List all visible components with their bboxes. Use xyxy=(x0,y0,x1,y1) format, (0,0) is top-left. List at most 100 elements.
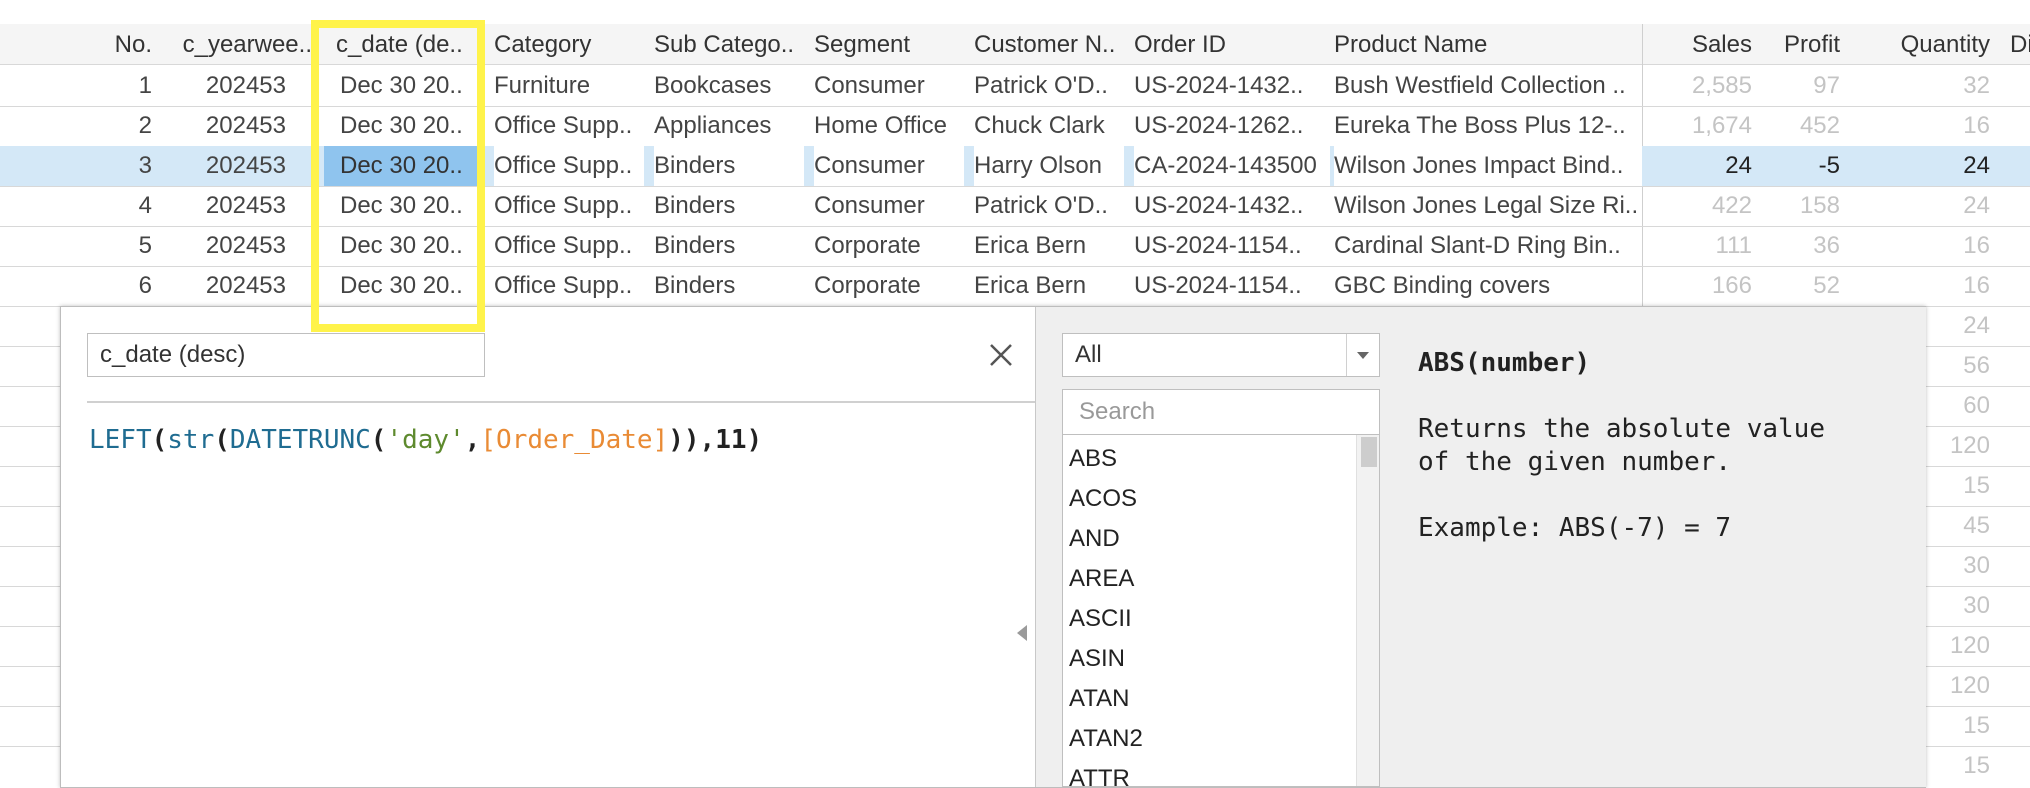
formula-paren: ( xyxy=(214,425,230,455)
function-list-item[interactable]: ATAN xyxy=(1069,679,1129,719)
cell-product: Eureka The Boss Plus 12-.. xyxy=(1334,112,1626,139)
dropdown-value: All xyxy=(1075,341,1102,368)
formula-field: [Order_Date] xyxy=(480,425,669,455)
cell-category: Office Supp.. xyxy=(494,192,633,219)
cell-profit: 52 xyxy=(1813,272,1840,299)
formula-paren: ( xyxy=(370,425,387,455)
cell-no: 3 xyxy=(138,152,152,179)
help-signature: ABS(number) xyxy=(1418,348,1591,378)
cell-customer: Chuck Clark xyxy=(974,112,1105,139)
cell-order-id: US-2024-1154.. xyxy=(1134,232,1302,259)
cell-date-selected[interactable]: Dec 30 20.. xyxy=(324,146,480,186)
cell-no: 5 xyxy=(138,232,152,259)
cell-subcategory: Appliances xyxy=(654,112,772,139)
table-row[interactable]: 1 202453 Dec 30 20.. Furniture Bookcases… xyxy=(0,66,2030,106)
cell-yearweek: 202453 xyxy=(205,112,286,139)
header-profit[interactable]: Profit xyxy=(1760,24,1840,64)
function-list-item[interactable]: ASCII xyxy=(1069,599,1132,639)
collapse-panel-icon[interactable] xyxy=(1014,621,1030,645)
function-list-item[interactable]: ACOS xyxy=(1069,479,1137,519)
formula-comma: , xyxy=(699,425,716,455)
cell-date: Dec 30 20.. xyxy=(340,72,463,99)
header-category[interactable]: Category xyxy=(494,24,644,64)
function-help-text: ABS(number) Returns the absolute value of … xyxy=(1418,347,1825,545)
cell-quantity: 16 xyxy=(1963,112,1990,139)
function-list-item[interactable]: ABS xyxy=(1069,439,1117,479)
cell-quantity: 16 xyxy=(1963,272,1990,299)
table-row[interactable]: 2 202453 Dec 30 20.. Office Supp.. Appli… xyxy=(0,106,2030,146)
function-list-item[interactable]: AREA xyxy=(1069,559,1134,599)
formula-function: DATETRUNC xyxy=(229,425,371,455)
table-row[interactable]: 4 202453 Dec 30 20.. Office Supp.. Binde… xyxy=(0,186,2030,226)
cell-no: 4 xyxy=(138,192,152,219)
header-quantity[interactable]: Quantity xyxy=(1886,24,1990,64)
cell-customer: Patrick O'D.. xyxy=(974,72,1108,99)
function-list-item[interactable]: ASIN xyxy=(1069,639,1125,679)
formula-function: str xyxy=(167,425,215,455)
cell-category: Office Supp.. xyxy=(494,112,633,139)
formula-paren: ) xyxy=(746,425,763,455)
header-order-id[interactable]: Order ID xyxy=(1134,24,1324,64)
header-yearweek[interactable]: c_yearwee.. xyxy=(166,24,312,64)
function-search-input[interactable] xyxy=(1062,389,1380,435)
cell-product: Bush Westfield Collection .. xyxy=(1334,72,1626,99)
cell-product: Cardinal Slant-D Ring Bin.. xyxy=(1334,232,1621,259)
calculation-name-input[interactable] xyxy=(87,333,485,377)
cell-sales: 2,585 xyxy=(1691,72,1752,99)
cell-category: Office Supp.. xyxy=(494,272,633,299)
formula-paren: )) xyxy=(668,425,700,455)
header-sales[interactable]: Sales xyxy=(1660,24,1752,64)
header-discount[interactable]: Di xyxy=(2010,24,2030,64)
editor-divider xyxy=(87,401,1069,403)
scrollbar-thumb[interactable] xyxy=(1361,437,1377,467)
header-customer[interactable]: Customer N.. xyxy=(974,24,1124,64)
formula-paren: ( xyxy=(151,425,168,455)
cell-yearweek: 202453 xyxy=(205,272,286,299)
function-list-item[interactable]: ATAN2 xyxy=(1069,719,1143,759)
function-list-scrollbar[interactable] xyxy=(1356,435,1379,786)
formula-number: 11 xyxy=(715,425,747,455)
function-list[interactable]: ABS ACOS AND AREA ASCII ASIN ATAN ATAN2 … xyxy=(1062,435,1380,787)
formula-function: LEFT xyxy=(89,425,152,455)
function-list-item[interactable]: AND xyxy=(1069,519,1120,559)
table-row[interactable]: 6 202453 Dec 30 20.. Office Supp.. Binde… xyxy=(0,266,2030,306)
cell-sales: 166 xyxy=(1711,272,1752,299)
header-no[interactable]: No. xyxy=(60,24,152,64)
table-row-selected[interactable]: 3 202453 Dec 30 20.. Office Supp.. Binde… xyxy=(0,146,2030,186)
cell-subcategory: Binders xyxy=(654,146,804,186)
table-row[interactable]: 5 202453 Dec 30 20.. Office Supp.. Binde… xyxy=(0,226,2030,266)
cell-sales: 1,674 xyxy=(1691,112,1752,139)
close-icon[interactable] xyxy=(981,335,1021,375)
cell-subcategory: Binders xyxy=(654,272,736,299)
cell-no: 1 xyxy=(138,72,152,99)
cell-subcategory: Binders xyxy=(654,192,736,219)
cell-quantity: 32 xyxy=(1963,72,1990,99)
header-subcategory[interactable]: Sub Catego.. xyxy=(654,24,804,64)
cell-yearweek: 202453 xyxy=(205,72,286,99)
cell-order-id: US-2024-1432.. xyxy=(1134,192,1304,219)
cell-customer: Patrick O'D.. xyxy=(974,192,1108,219)
cell-order-id: US-2024-1262.. xyxy=(1134,112,1304,139)
cell-subcategory: Binders xyxy=(654,232,736,259)
cell-order-id: US-2024-1154.. xyxy=(1134,272,1302,299)
chevron-down-icon[interactable] xyxy=(1346,334,1379,376)
cell-date: Dec 30 20.. xyxy=(340,192,463,219)
cell-yearweek: 202453 xyxy=(205,232,286,259)
cell-date: Dec 30 20.. xyxy=(340,272,463,299)
cell-customer: Harry Olson xyxy=(974,146,1124,186)
help-description: Returns the absolute value xyxy=(1418,414,1825,444)
function-category-dropdown[interactable]: All xyxy=(1062,333,1380,377)
function-list-item[interactable]: ATTR xyxy=(1069,759,1130,786)
cell-no: 6 xyxy=(138,272,152,299)
help-example: Example: ABS(-7) = 7 xyxy=(1418,513,1732,543)
cell-date: Dec 30 20.. xyxy=(340,112,463,139)
cell-segment: Consumer xyxy=(814,72,925,99)
header-product[interactable]: Product Name xyxy=(1334,24,1644,64)
cell-profit: 36 xyxy=(1813,232,1840,259)
cell-order-id: CA-2024-143500 xyxy=(1134,146,1330,186)
formula-editor[interactable]: LEFT(str(DATETRUNC('day',[Order_Date])),… xyxy=(89,425,762,455)
header-segment[interactable]: Segment xyxy=(814,24,964,64)
header-date[interactable]: c_date (de.. xyxy=(336,24,476,64)
cell-product: Wilson Jones Impact Bind.. xyxy=(1334,146,1642,186)
cell-order-id: US-2024-1432.. xyxy=(1134,72,1304,99)
